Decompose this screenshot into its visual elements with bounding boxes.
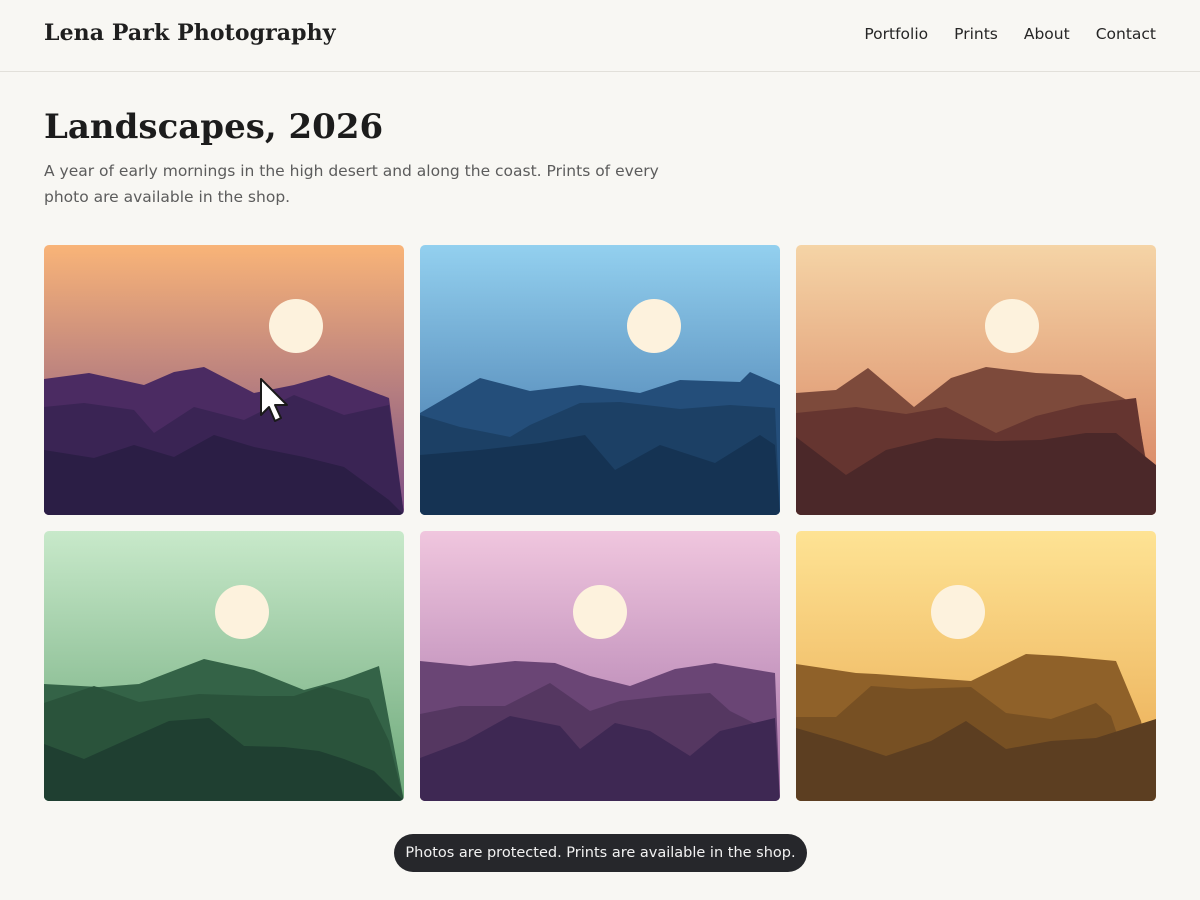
landscape-image xyxy=(44,245,404,515)
arrow-cursor-icon xyxy=(260,378,288,422)
site-brand[interactable]: Lena Park Photography xyxy=(44,20,336,46)
landscape-image xyxy=(420,531,780,801)
photo-tile-6[interactable] xyxy=(796,531,1156,801)
photo-tile-4[interactable] xyxy=(44,531,404,801)
landscape-image xyxy=(44,531,404,801)
photo-tile-1[interactable] xyxy=(44,245,404,515)
photo-gallery xyxy=(44,245,1156,801)
page-title: Landscapes, 2026 xyxy=(44,107,384,147)
sun-disc xyxy=(269,299,323,353)
landscape-image xyxy=(420,245,780,515)
photo-tile-5[interactable] xyxy=(420,531,780,801)
landscape-image xyxy=(796,245,1156,515)
site-header: Lena Park Photography Portfolio Prints A… xyxy=(0,0,1200,72)
main-nav: Portfolio Prints About Contact xyxy=(864,25,1156,43)
protection-toast: Photos are protected. Prints are availab… xyxy=(394,834,807,872)
nav-contact[interactable]: Contact xyxy=(1096,25,1156,43)
nav-prints[interactable]: Prints xyxy=(954,25,998,43)
page-intro: A year of early mornings in the high des… xyxy=(44,162,659,206)
sun-disc xyxy=(627,299,681,353)
sun-disc xyxy=(985,299,1039,353)
sun-disc xyxy=(931,585,985,639)
sun-disc xyxy=(573,585,627,639)
nav-about[interactable]: About xyxy=(1024,25,1070,43)
photo-tile-3[interactable] xyxy=(796,245,1156,515)
photo-tile-2[interactable] xyxy=(420,245,780,515)
nav-portfolio[interactable]: Portfolio xyxy=(864,25,928,43)
landscape-image xyxy=(796,531,1156,801)
sun-disc xyxy=(215,585,269,639)
